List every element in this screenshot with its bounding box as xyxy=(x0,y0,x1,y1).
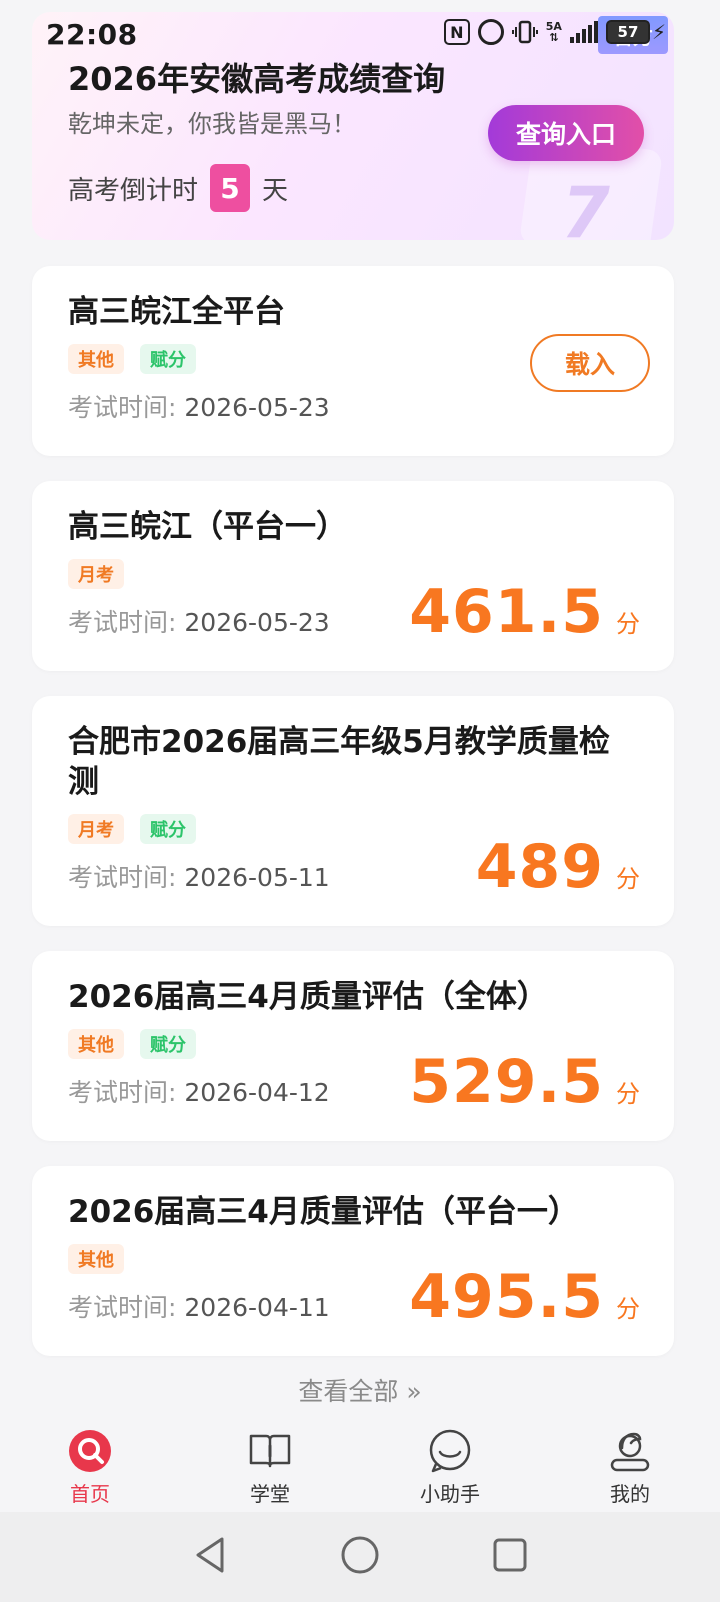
exam-time: 考试时间: 2026-05-23 xyxy=(68,388,330,424)
exam-title: 高三皖江（平台一） xyxy=(68,509,347,545)
user-icon xyxy=(607,1428,653,1474)
tab-label: 学堂 xyxy=(250,1482,290,1506)
tab-label: 首页 xyxy=(70,1482,110,1506)
battery-level: 57 xyxy=(605,20,650,44)
exam-time: 考试时间: 2026-05-11 xyxy=(68,858,330,894)
score-value: 461.5 xyxy=(409,577,604,647)
back-icon[interactable] xyxy=(192,1535,228,1579)
vibrate-icon xyxy=(511,18,538,46)
view-all-link[interactable]: 查看全部 » xyxy=(0,1372,720,1408)
bottom-tab-bar: 首页 学堂 小助手 我的 xyxy=(0,1420,720,1515)
exam-card[interactable]: 合肥市2026届高三年级5月教学质量检测 月考 赋分 考试时间: 2026-05… xyxy=(32,696,674,926)
status-icons: N 5A ⇅ 57 ⚡ xyxy=(443,18,666,46)
tab-mine[interactable]: 我的 xyxy=(565,1428,695,1507)
book-icon xyxy=(247,1428,293,1474)
exam-date: 2026-05-11 xyxy=(184,863,330,892)
exam-score: 461.5 分 xyxy=(409,577,640,647)
exam-card[interactable]: 高三皖江全平台 其他 赋分 考试时间: 2026-05-23 载入 xyxy=(32,266,674,456)
exam-score: 489 分 xyxy=(476,832,640,902)
exam-title: 高三皖江全平台 xyxy=(68,294,285,330)
exam-tags: 其他 赋分 xyxy=(68,1029,196,1059)
exam-time: 考试时间: 2026-05-23 xyxy=(68,603,330,639)
calendar-decoration-number: 7 xyxy=(561,172,610,240)
banner-subtitle: 乾坤未定，你我皆是黑马！ xyxy=(68,110,356,138)
countdown-suffix: 天 xyxy=(262,175,289,206)
score-value: 495.5 xyxy=(409,1262,604,1332)
exam-tags: 其他 xyxy=(68,1244,124,1274)
score-value: 489 xyxy=(475,832,604,902)
countdown-days: 5 xyxy=(210,164,251,212)
exam-tags: 月考 赋分 xyxy=(68,814,196,844)
tab-study[interactable]: 学堂 xyxy=(205,1428,335,1507)
tag-scaled-score: 赋分 xyxy=(140,814,196,844)
tab-label: 我的 xyxy=(610,1482,650,1506)
status-time: 22:08 xyxy=(46,18,138,51)
tab-home[interactable]: 首页 xyxy=(25,1428,155,1507)
tag-monthly: 月考 xyxy=(68,814,124,844)
nfc-icon: N xyxy=(443,19,470,45)
load-button[interactable]: 载入 xyxy=(530,334,650,392)
smile-icon xyxy=(427,1428,473,1474)
exam-date: 2026-04-11 xyxy=(184,1293,330,1322)
gaokao-countdown: 高考倒计时 5 天 xyxy=(68,164,288,212)
score-unit: 分 xyxy=(616,1295,640,1323)
query-entry-button[interactable]: 查询入口 xyxy=(488,105,644,161)
exam-date: 2026-05-23 xyxy=(184,393,330,422)
exam-time-label: 考试时间: xyxy=(68,1078,177,1107)
system-navigation-bar xyxy=(0,1512,720,1602)
exam-card[interactable]: 2026届高三4月质量评估（平台一） 其他 考试时间: 2026-04-11 4… xyxy=(32,1166,674,1356)
exam-tags: 其他 赋分 xyxy=(68,344,196,374)
exam-time-label: 考试时间: xyxy=(68,863,177,892)
exam-time-label: 考试时间: xyxy=(68,393,177,422)
tab-assistant[interactable]: 小助手 xyxy=(385,1428,515,1507)
exam-title: 2026届高三4月质量评估（平台一） xyxy=(68,1194,579,1230)
exam-time: 考试时间: 2026-04-11 xyxy=(68,1288,330,1324)
status-bar: 官方 22:08 N 5A⇅ 57 ⚡ xyxy=(0,0,720,70)
tag-monthly: 月考 xyxy=(68,559,124,589)
home-circle-icon[interactable] xyxy=(340,1535,380,1579)
exam-card[interactable]: 高三皖江（平台一） 月考 考试时间: 2026-05-23 461.5 分 xyxy=(32,481,674,671)
exam-time-label: 考试时间: xyxy=(68,608,177,637)
network-type: 5A ⇅ xyxy=(545,20,562,44)
score-unit: 分 xyxy=(616,610,640,638)
exam-title: 2026届高三4月质量评估（全体） xyxy=(68,979,548,1015)
exam-score: 529.5 分 xyxy=(409,1047,640,1117)
exam-card[interactable]: 2026届高三4月质量评估（全体） 其他 赋分 考试时间: 2026-04-12… xyxy=(32,951,674,1141)
exam-date: 2026-05-23 xyxy=(184,608,330,637)
exam-score: 495.5 分 xyxy=(409,1262,640,1332)
tag-scaled-score: 赋分 xyxy=(140,344,196,374)
alarm-icon xyxy=(477,18,504,46)
tag-other: 其他 xyxy=(68,1029,124,1059)
score-value: 529.5 xyxy=(409,1047,604,1117)
charging-icon: ⚡ xyxy=(651,20,666,44)
tag-scaled-score: 赋分 xyxy=(140,1029,196,1059)
exam-tags: 月考 xyxy=(68,559,124,589)
recent-apps-icon[interactable] xyxy=(492,1537,528,1577)
score-unit: 分 xyxy=(616,865,640,893)
battery-icon: 57 ⚡ xyxy=(605,18,666,46)
home-search-icon xyxy=(67,1428,113,1474)
exam-time-label: 考试时间: xyxy=(68,1293,177,1322)
exam-time: 考试时间: 2026-04-12 xyxy=(68,1073,330,1109)
countdown-prefix: 高考倒计时 xyxy=(68,175,199,206)
tab-label: 小助手 xyxy=(420,1482,480,1506)
exam-title: 合肥市2026届高三年级5月教学质量检测 xyxy=(68,724,610,800)
tag-other: 其他 xyxy=(68,344,124,374)
tag-other: 其他 xyxy=(68,1244,124,1274)
exam-date: 2026-04-12 xyxy=(184,1078,330,1107)
score-unit: 分 xyxy=(616,1080,640,1108)
signal-icon xyxy=(569,21,598,43)
